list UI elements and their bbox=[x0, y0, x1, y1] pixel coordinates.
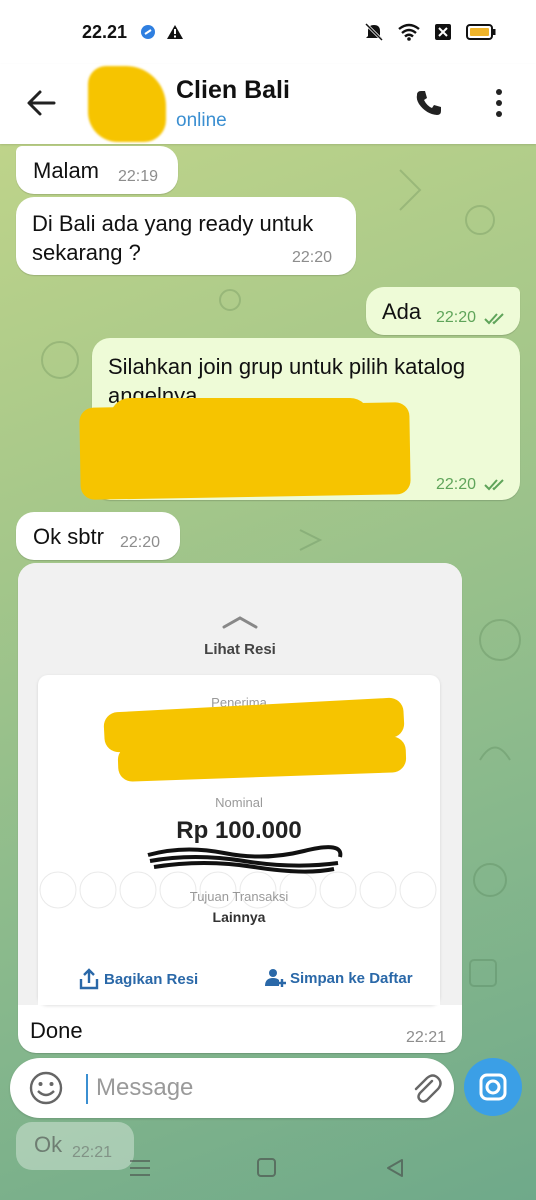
message-text-line1: Di Bali ada yang ready untuk bbox=[32, 211, 314, 236]
wifi-icon bbox=[398, 23, 420, 41]
message-input[interactable] bbox=[94, 1070, 398, 1106]
sim-icon bbox=[435, 24, 451, 40]
message-composer bbox=[10, 1058, 454, 1118]
nominal-label: Nominal bbox=[215, 795, 263, 810]
share-icon bbox=[79, 968, 99, 990]
message-incoming[interactable]: Ok sbtr 22:20 bbox=[16, 512, 180, 560]
emoji-icon[interactable] bbox=[28, 1070, 64, 1106]
battery-icon bbox=[466, 24, 496, 40]
chat-title[interactable]: Clien Bali bbox=[176, 76, 290, 105]
read-receipt-icon bbox=[484, 313, 504, 325]
receipt-actions: Bagikan Resi Simpan ke Daftar bbox=[38, 957, 440, 1005]
camera-button[interactable] bbox=[464, 1058, 522, 1116]
back-arrow-icon[interactable] bbox=[24, 86, 58, 120]
message-text-line2: sekarang ? bbox=[32, 240, 141, 265]
warning-icon bbox=[167, 25, 183, 39]
app-notification-icon bbox=[141, 25, 155, 39]
share-receipt-label: Bagikan Resi bbox=[104, 970, 199, 988]
message-outgoing[interactable]: Ada 22:20 bbox=[366, 287, 520, 335]
online-status: online bbox=[176, 110, 227, 131]
message-text: Ada bbox=[382, 299, 422, 324]
system-navigation-bar bbox=[0, 1140, 536, 1200]
more-options-icon[interactable] bbox=[492, 88, 506, 118]
redaction-highlight bbox=[110, 398, 370, 438]
receipt-screenshot[interactable]: Lihat Resi Penerima Nominal Rp 100.000 T… bbox=[18, 563, 462, 1005]
message-time: 22:20 bbox=[292, 249, 333, 266]
text-cursor bbox=[86, 1074, 88, 1104]
message-text-line1: Silahkan join grup untuk pilih katalog bbox=[108, 354, 466, 379]
home-icon[interactable] bbox=[256, 1157, 278, 1179]
avatar[interactable] bbox=[88, 66, 166, 142]
status-time: 22.21 bbox=[82, 22, 128, 42]
message-time: 22:20 bbox=[120, 534, 161, 551]
recent-apps-icon[interactable] bbox=[128, 1158, 152, 1178]
camera-icon bbox=[479, 1073, 507, 1101]
scribble-redaction bbox=[147, 845, 343, 874]
read-receipt-icon bbox=[484, 479, 504, 491]
message-caption: Done bbox=[30, 1018, 83, 1043]
message-text: Ok sbtr bbox=[33, 524, 104, 549]
phone-call-icon[interactable] bbox=[414, 88, 444, 118]
mute-icon bbox=[364, 22, 384, 42]
message-incoming[interactable]: Malam 22:19 bbox=[16, 146, 178, 194]
message-time: 22:20 bbox=[436, 476, 477, 493]
message-time: 22:20 bbox=[436, 309, 477, 326]
add-contact-icon bbox=[265, 969, 286, 987]
message-incoming[interactable]: Di Bali ada yang ready untuk sekarang ? … bbox=[16, 197, 356, 275]
amount-value: Rp 100.000 bbox=[176, 817, 302, 844]
save-to-list-label: Simpan ke Daftar bbox=[290, 969, 413, 987]
chevron-up-icon bbox=[222, 616, 258, 629]
attachment-paperclip-icon[interactable] bbox=[410, 1072, 442, 1106]
status-bar: 22.21 bbox=[0, 0, 536, 64]
message-time: 22:19 bbox=[118, 168, 159, 185]
message-photo[interactable]: Lihat Resi Penerima Nominal Rp 100.000 T… bbox=[18, 563, 462, 1053]
share-receipt-button[interactable]: Bagikan Resi bbox=[78, 967, 198, 991]
back-nav-icon[interactable] bbox=[384, 1157, 406, 1179]
save-to-list-button[interactable]: Simpan ke Daftar bbox=[264, 967, 413, 989]
message-time: 22:21 bbox=[405, 1029, 446, 1046]
message-text: Malam bbox=[33, 158, 100, 183]
receipt-title: Lihat Resi bbox=[204, 641, 276, 658]
chat-header: Clien Bali online bbox=[0, 64, 536, 144]
